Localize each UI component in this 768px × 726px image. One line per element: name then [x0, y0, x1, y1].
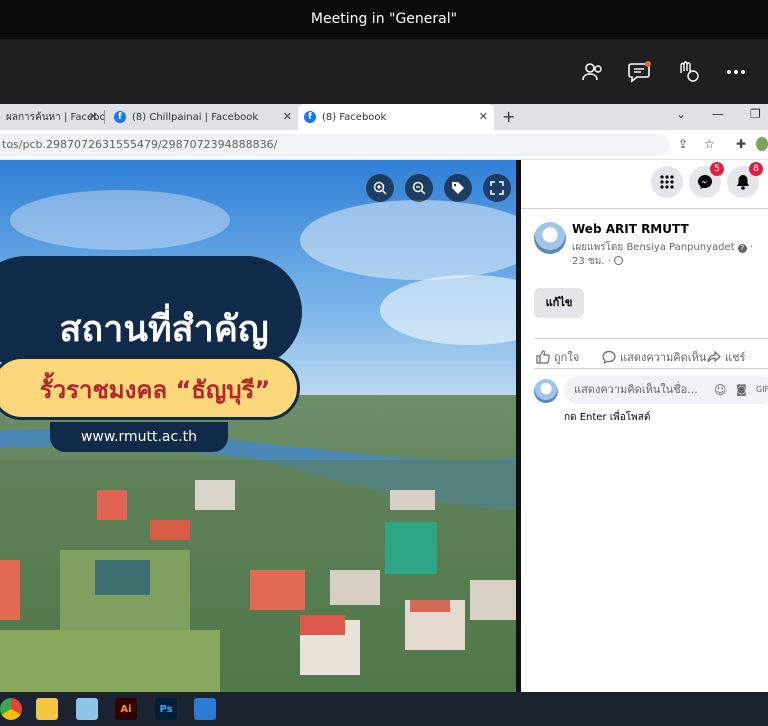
zoom-out-icon[interactable] [405, 174, 433, 202]
edit-button[interactable]: แก้ไข [534, 288, 584, 318]
address-bar: tos/pcb.2987072631555479/298707239488883… [0, 130, 768, 160]
enter-to-post-hint: กด Enter เพื่อโพสต์ [564, 412, 651, 423]
tab-label: (8) Facebook [322, 111, 387, 123]
like-button[interactable]: ถูกใจ [536, 348, 579, 366]
url-field[interactable]: tos/pcb.2987072631555479/298707239488883… [0, 134, 670, 156]
more-icon[interactable] [721, 57, 751, 87]
facebook-post-pane: 5 8 Web ARIT RMUTT เผยแพร่โดย Bensiya Pa… [521, 160, 768, 692]
notepad-icon[interactable] [76, 698, 98, 720]
close-icon[interactable]: ✕ [89, 110, 98, 123]
illustrator-icon[interactable]: Ai [115, 698, 137, 720]
gif-icon[interactable]: GIF [756, 376, 768, 404]
chat-icon[interactable] [625, 57, 655, 87]
extensions-puzzle-icon[interactable]: ✚ [736, 137, 746, 151]
notifications-badge: 8 [749, 162, 763, 176]
comment-bubble-icon [602, 350, 616, 364]
tab-divider [104, 110, 105, 124]
facebook-icon: f [304, 111, 316, 123]
tag-icon[interactable] [444, 174, 472, 202]
post-time-row: 23 ชม. · [572, 254, 624, 269]
raise-hand-icon[interactable] [673, 57, 703, 87]
divider [534, 368, 768, 369]
messenger-badge: 5 [710, 162, 724, 176]
commenter-avatar[interactable] [534, 379, 558, 403]
share-arrow-icon [707, 350, 721, 363]
browser-tab-bar: ผลการค้นหา | Facebo ✕ f (8) Chillpainai … [0, 104, 768, 130]
emoji-icon[interactable]: ☺ [714, 376, 727, 404]
post-photo[interactable]: สถานที่สำคัญ รั้วราชมงคล “ธัญบุรี” www.r… [0, 160, 516, 692]
tab-facebook-active[interactable]: f (8) Facebook ✕ [298, 104, 494, 130]
comment-label: แสดงความคิดเห็น [620, 351, 707, 364]
page-avatar[interactable] [534, 222, 566, 254]
file-explorer-icon[interactable] [36, 698, 58, 720]
published-by: เผยแพร่โดย Bensiya Panpunyadet ? · [572, 240, 753, 255]
separator-dot: · [607, 256, 611, 267]
page-name[interactable]: Web ARIT RMUTT [572, 222, 689, 236]
close-icon[interactable]: ✕ [479, 110, 488, 123]
people-icon[interactable] [578, 57, 608, 87]
photos-icon[interactable] [194, 698, 216, 720]
info-icon[interactable]: ? [737, 244, 747, 253]
restore-icon[interactable]: ❐ [750, 107, 761, 121]
like-label: ถูกใจ [554, 351, 580, 364]
windows-taskbar: Ai Ps [0, 692, 768, 726]
tab-label: (8) Chillpainai | Facebook [132, 111, 259, 123]
shared-screen: ผลการค้นหา | Facebo ✕ f (8) Chillpainai … [0, 104, 768, 692]
meeting-toolbar [0, 39, 768, 104]
comment-button[interactable]: แสดงความคิดเห็น [602, 348, 706, 366]
divider [534, 338, 768, 339]
close-icon[interactable]: ✕ [283, 110, 292, 123]
tab-search-chevron-icon[interactable]: ⌄ [676, 107, 686, 121]
separator-dot: · [749, 242, 754, 253]
minimize-icon[interactable]: — [712, 107, 724, 121]
share-label: แชร์ [725, 351, 746, 364]
photoshop-icon[interactable]: Ps [155, 698, 177, 720]
comment-placeholder: แสดงความคิดเห็นในชื่อ... [574, 383, 698, 396]
profile-avatar[interactable] [756, 137, 768, 151]
meeting-title: Meeting in "General" [0, 0, 768, 39]
new-tab-icon[interactable]: + [502, 107, 515, 126]
tab-search-results[interactable]: ผลการค้นหา | Facebo ✕ [0, 104, 104, 130]
fullscreen-icon[interactable] [483, 174, 511, 202]
globe-icon [614, 256, 624, 265]
facebook-icon: f [114, 111, 126, 123]
divider [521, 208, 768, 209]
share-button[interactable]: แชร์ [707, 348, 745, 366]
photo-website: www.rmutt.ac.th [50, 422, 228, 452]
zoom-in-icon[interactable] [366, 174, 394, 202]
photo-title: สถานที่สำคัญ [59, 308, 269, 350]
camera-icon[interactable]: ◙ [736, 376, 747, 404]
share-page-icon[interactable]: ⇪ [678, 137, 688, 151]
comment-input[interactable]: แสดงความคิดเห็นในชื่อ... ☺ ◙ GIF [564, 376, 768, 404]
photo-subtitle: รั้วราชมงคล “ธัญบุรี” [39, 376, 271, 404]
tab-chillpainai[interactable]: f (8) Chillpainai | Facebook ✕ [108, 104, 298, 130]
published-by-text: เผยแพร่โดย Bensiya Panpunyadet [572, 242, 735, 253]
chrome-icon[interactable] [0, 698, 22, 720]
menu-grid-icon[interactable] [651, 166, 683, 198]
thumbs-up-icon [536, 350, 550, 364]
bookmark-star-icon[interactable]: ☆ [704, 137, 715, 151]
post-time[interactable]: 23 ชม. [572, 256, 604, 267]
